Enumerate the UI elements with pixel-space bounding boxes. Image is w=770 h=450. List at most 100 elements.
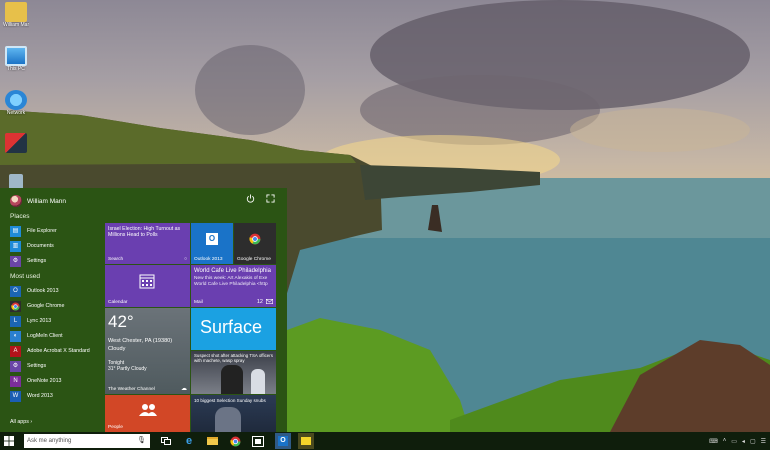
gear-icon: ⚙ [10, 255, 21, 267]
message-icon[interactable]: ▢ [750, 438, 756, 445]
chrome-icon [10, 300, 21, 312]
video-photo [215, 407, 241, 432]
power-icon [246, 194, 254, 203]
notification-icon[interactable]: ☰ [761, 438, 766, 445]
chrome-icon [229, 436, 240, 446]
menu-item-acrobat[interactable]: A Adobe Acrobat X Standard [10, 344, 96, 358]
mail-tile-title: World Cafe Live Philadelphia [194, 268, 271, 274]
expand-icon [265, 194, 275, 203]
menu-item-logmein[interactable]: ◐ LogMeIn Client [10, 329, 96, 343]
onenote-icon: N [10, 375, 21, 387]
start-button[interactable] [0, 432, 18, 450]
news-photo-figure [251, 369, 265, 394]
sticky-icon [301, 437, 311, 445]
file-explorer-button[interactable] [204, 433, 220, 449]
outlook-icon: O [206, 233, 218, 245]
menu-item-settings-recent[interactable]: ⚙ Settings [10, 359, 96, 373]
store-icon [252, 435, 264, 447]
all-apps-link[interactable]: All apps › [10, 419, 32, 425]
system-tray: ⌨ ˄ ▭ ◂ ▢ ☰ [709, 432, 766, 450]
app-icon [5, 133, 27, 153]
search-icon: ○ [183, 256, 187, 262]
menu-item-file-explorer[interactable]: ▤ File Explorer [10, 224, 96, 238]
desktop-icon-this-pc[interactable]: This PC [3, 46, 29, 72]
folder-icon: ▤ [10, 225, 21, 237]
mail-icon [266, 299, 273, 304]
expand-button[interactable] [264, 194, 276, 206]
calendar-icon [139, 274, 155, 289]
tile-video[interactable]: 10 biggest Selection Sunday snubs [191, 395, 276, 432]
menu-item-settings[interactable]: ⚙ Settings [10, 254, 96, 268]
network-icon[interactable]: ▭ [731, 438, 737, 445]
chrome-taskbar-button[interactable] [227, 433, 243, 449]
news-headline: Suspect shot after attacking TSA officer… [194, 353, 273, 363]
microphone-icon[interactable]: 🎙 [137, 434, 146, 448]
start-menu: William Mann Places ▤ File Explorer ▥ Do… [0, 188, 287, 432]
menu-item-chrome[interactable]: Google Chrome [10, 299, 96, 313]
menu-item-word[interactable]: W Word 2013 [10, 389, 96, 403]
desktop-icon-app[interactable] [3, 133, 29, 153]
search-tile-headline: Israel Election: High Turnout as Million… [108, 226, 181, 238]
computer-icon [5, 46, 27, 66]
logmein-icon: ◐ [10, 330, 21, 342]
acrobat-icon: A [10, 345, 21, 357]
user-name: William Mann [27, 197, 67, 205]
user-account[interactable]: William Mann [10, 194, 66, 208]
outlook-taskbar-button[interactable]: O [275, 433, 291, 449]
menu-item-outlook[interactable]: O Outlook 2013 [10, 284, 96, 298]
edge-button[interactable]: e [181, 433, 197, 449]
news-photo [221, 365, 243, 394]
network-icon [5, 90, 27, 110]
outlook-icon: O [10, 285, 21, 297]
up-arrow-icon[interactable]: ˄ [723, 438, 727, 444]
mail-count-badge: 12 [256, 299, 263, 305]
file-explorer-icon [206, 437, 218, 445]
mail-tile-body: New this week: Art Alexakis of Exe World… [194, 276, 268, 287]
weather-city: West Chester, PA (19380) [108, 338, 173, 344]
surface-logo: Surface [200, 317, 263, 337]
menu-item-lync[interactable]: L Lync 2013 [10, 314, 96, 328]
volume-icon[interactable]: ◂ [742, 438, 745, 445]
gear-icon: ⚙ [10, 360, 21, 372]
places-header: Places [10, 213, 30, 220]
desktop-icon-network[interactable]: Network [3, 90, 29, 116]
edge-icon: e [185, 435, 193, 447]
desktop-icon-user-folder[interactable]: William Mann [3, 2, 29, 28]
video-headline: 10 biggest Selection Sunday snubs [194, 398, 266, 403]
most-used-header: Most used [10, 273, 40, 280]
tile-people[interactable]: People [105, 395, 190, 432]
store-button[interactable] [250, 433, 266, 449]
chrome-icon [249, 233, 261, 245]
tile-news[interactable]: Suspect shot after attacking TSA officer… [191, 351, 276, 394]
tile-surface[interactable]: Surface [191, 308, 276, 350]
people-icon [139, 404, 157, 416]
weather-icon: ☁ [181, 386, 187, 392]
task-view-button[interactable] [158, 433, 174, 449]
documents-icon: ▥ [10, 240, 21, 252]
word-icon: W [10, 390, 21, 402]
sticky-button[interactable] [298, 433, 314, 449]
tile-search[interactable]: Israel Election: High Turnout as Million… [105, 223, 190, 264]
tile-mail[interactable]: World Cafe Live Philadelphia New this we… [191, 265, 276, 307]
tile-outlook[interactable]: O Outlook 2013 [191, 223, 233, 264]
chevron-right-icon: › [30, 419, 33, 425]
weather-condition: Cloudy [108, 346, 126, 352]
task-view-icon [161, 437, 171, 445]
taskbar: Ask me anything 🎙 e O ⌨ ˄ ▭ ◂ ▢ ☰ [0, 432, 770, 450]
tile-calendar[interactable]: Calendar [105, 265, 190, 307]
outlook-icon: O [278, 436, 288, 446]
windows-logo-icon [4, 436, 14, 446]
menu-item-onenote[interactable]: N OneNote 2013 [10, 374, 96, 388]
keyboard-icon[interactable]: ⌨ [709, 438, 718, 445]
weather-forecast: 31° Partly Cloudy [108, 366, 147, 372]
search-placeholder: Ask me anything [27, 438, 72, 444]
tile-chrome[interactable]: Google Chrome [234, 223, 276, 264]
weather-temperature: 42° [108, 312, 134, 331]
avatar [10, 195, 22, 207]
lync-icon: L [10, 315, 21, 327]
power-button[interactable] [244, 194, 256, 206]
search-box[interactable]: Ask me anything 🎙 [24, 434, 150, 448]
user-folder-icon [5, 2, 27, 22]
menu-item-documents[interactable]: ▥ Documents [10, 239, 96, 253]
tile-weather[interactable]: 42° West Chester, PA (19380) Cloudy Toni… [105, 308, 190, 394]
